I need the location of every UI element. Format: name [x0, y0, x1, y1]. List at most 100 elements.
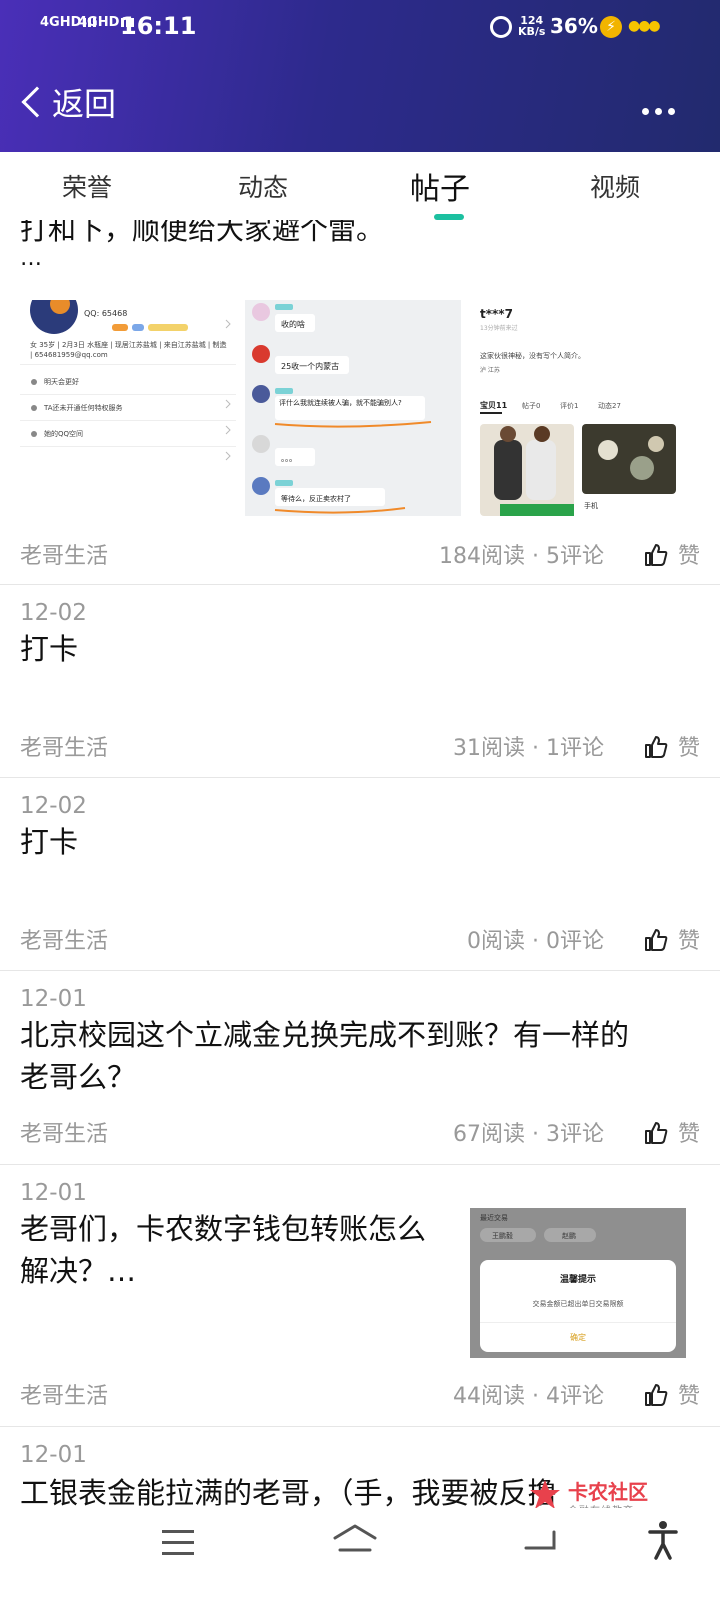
- post-date: 12-01: [20, 1180, 87, 1206]
- like-label: 赞: [677, 929, 700, 954]
- post-author[interactable]: 老哥生活: [20, 923, 108, 955]
- post-stats: 67阅读 · 3评论: [453, 1122, 604, 1147]
- thumbs-up-icon: [644, 1122, 668, 1144]
- battery-level: 36%: [550, 14, 598, 38]
- back-button[interactable]: 返回: [18, 82, 116, 126]
- post-divider: [0, 584, 720, 585]
- qq-space: 她的QQ空间: [44, 429, 83, 438]
- tab-posts[interactable]: 帖子: [410, 164, 470, 208]
- dialog-confirm: 确定: [570, 1332, 586, 1342]
- seller-name: t***7: [480, 307, 513, 321]
- post-stats: 184阅读 · 5评论: [439, 544, 604, 569]
- chat-msg-3: 评什么我就连续被人骗，就不能骗别人?: [279, 399, 402, 407]
- accessibility-icon[interactable]: [648, 1520, 678, 1560]
- post-date: 12-02: [20, 793, 87, 819]
- seller-tab-feed: 动态27: [598, 401, 621, 410]
- alarm-icon: [490, 16, 512, 38]
- post-image-1[interactable]: QQ: 65468 女 35岁 | 2月3日 水瓶座 | 现居江苏盐城 | 来自…: [20, 300, 236, 516]
- recent-contact-1: 王鹏毅: [492, 1231, 513, 1240]
- post-thumbnail[interactable]: 最近交易 王鹏毅 赵鹏 温馨提示 交易金额已超出单日交易限额 确定: [470, 1208, 686, 1358]
- recent-apps-button[interactable]: [162, 1530, 194, 1556]
- post-stats: 0阅读 · 0评论: [467, 929, 604, 954]
- tab-honor[interactable]: 荣誉: [62, 168, 112, 204]
- post-title[interactable]: 打卡: [20, 821, 78, 863]
- post-stats: 31阅读 · 1评论: [453, 736, 604, 761]
- post-divider: [0, 777, 720, 778]
- like-label: 赞: [677, 544, 700, 569]
- tab-videos[interactable]: 视频: [590, 168, 640, 204]
- dialog-message: 交易金额已超出单日交易限额: [533, 1299, 624, 1308]
- charging-icon: ⚡: [600, 16, 622, 38]
- more-menu-icon[interactable]: [642, 100, 682, 115]
- post-author[interactable]: 老哥生活: [20, 730, 108, 762]
- post-ellipsis: …: [20, 246, 42, 271]
- post-date: 12-01: [20, 986, 87, 1012]
- seller-tab-reviews: 评价1: [560, 402, 578, 410]
- post-stats: 44阅读 · 4评论: [453, 1384, 604, 1409]
- seller-item-label: 手机: [584, 501, 598, 510]
- post-author[interactable]: 老哥生活: [20, 538, 108, 570]
- post-title-cut[interactable]: 打和下，顺便给大家避个雷。: [20, 220, 384, 248]
- post-image-grid: QQ: 65468 女 35岁 | 2月3日 水瓶座 | 现居江苏盐城 | 来自…: [20, 300, 700, 516]
- post-title[interactable]: 老哥们，卡农数字钱包转账怎么 解决？…: [20, 1208, 426, 1292]
- chevron-left-icon: [21, 86, 53, 118]
- chat-msg-2: 25收一个内蒙古: [281, 361, 339, 371]
- thumbs-up-icon: [644, 544, 668, 566]
- network-speed: 124 KB/s: [518, 15, 545, 37]
- seller-tab-posts: 帖子0: [522, 401, 540, 410]
- seller-profile-screenshot: t***7 13分钟前来过 这家伙很神秘，没有写个人简介。 泸 江苏 宝贝11 …: [480, 307, 676, 516]
- speed-unit: KB/s: [518, 25, 546, 38]
- post-divider: [0, 1426, 720, 1427]
- recent-transactions-label: 最近交易: [480, 1213, 508, 1222]
- network-label-2: 4GHD: [78, 15, 120, 30]
- post-title[interactable]: 北京校园这个立减金兑换完成不到账？有一样的 老哥么？: [20, 1014, 629, 1098]
- post-title[interactable]: 工银表金能拉满的老哥，（手，我要被反撸: [20, 1472, 557, 1508]
- post-title-line-2: 解决？…: [20, 1254, 137, 1288]
- like-button[interactable]: 赞: [644, 730, 700, 762]
- chat-msg-4: 。。。: [281, 454, 297, 463]
- profile-tabs: 荣誉 动态 帖子 视频: [0, 152, 720, 220]
- post-title[interactable]: 打卡: [20, 628, 78, 670]
- seller-desc: 这家伙很神秘，没有写个人简介。: [480, 351, 585, 360]
- tab-activity[interactable]: 动态: [238, 168, 288, 204]
- like-label: 赞: [677, 1122, 700, 1147]
- recent-contact-2: 赵鹏: [562, 1231, 576, 1240]
- post-feed[interactable]: 打和下，顺便给大家避个雷。 … QQ: 65468 女 35岁 | 2月3日 水…: [0, 220, 720, 1508]
- app-header: 4GHD 4GHD 16:11 124 KB/s 36% ⚡ ●●● 返回: [0, 0, 720, 152]
- back-nav-button[interactable]: [520, 1518, 556, 1554]
- qq-number: QQ: 65468: [84, 309, 127, 318]
- qq-info: 女 35岁 | 2月3日 水瓶座 | 现居江苏盐城 | 来自江苏盐城 | 制造 …: [30, 341, 227, 359]
- like-button[interactable]: 赞: [644, 923, 700, 955]
- seller-tab-items: 宝贝11: [480, 400, 508, 410]
- post-author[interactable]: 老哥生活: [20, 1116, 108, 1148]
- seller-last-seen: 13分钟前来过: [480, 324, 518, 332]
- post-divider: [0, 1164, 720, 1165]
- status-bar: 4GHD 4GHD 16:11 124 KB/s 36% ⚡ ●●●: [0, 0, 720, 56]
- post-title-line-2: 老哥么？: [20, 1060, 137, 1094]
- post-image-2[interactable]: 收的啥 25收一个内蒙古 评什么我就连续被人骗，就不能骗别人? 。。。 等待么，…: [245, 300, 461, 516]
- post-title-line-1: 北京校园这个立减金兑换完成不到账？有一样的: [20, 1018, 630, 1052]
- like-button[interactable]: 赞: [644, 1378, 700, 1410]
- thumbs-up-icon: [644, 1384, 668, 1406]
- seller-location: 泸 江苏: [480, 366, 500, 374]
- post-image-3[interactable]: t***7 13分钟前来过 这家伙很神秘，没有写个人简介。 泸 江苏 宝贝11 …: [470, 300, 686, 516]
- post-title-line-1: 老哥们，卡农数字钱包转账怎么: [20, 1212, 427, 1246]
- chat-msg-5: 等待么，反正卖农村了: [281, 494, 351, 503]
- like-label: 赞: [677, 736, 700, 761]
- like-button[interactable]: 赞: [644, 1116, 700, 1148]
- dialog-title: 温馨提示: [560, 1273, 596, 1285]
- like-button[interactable]: 赞: [644, 538, 700, 570]
- watermark-title: 卡农社区: [568, 1480, 648, 1504]
- post-date: 12-02: [20, 600, 87, 626]
- kanong-logo-icon: [530, 1480, 560, 1509]
- thumbs-up-icon: [644, 929, 668, 951]
- home-button[interactable]: [332, 1522, 378, 1554]
- network-label-1: 4GHD: [40, 15, 82, 30]
- thumbs-up-icon: [644, 736, 668, 758]
- like-label: 赞: [677, 1384, 700, 1409]
- post-divider: [0, 970, 720, 971]
- post-author[interactable]: 老哥生活: [20, 1378, 108, 1410]
- post-date: 12-01: [20, 1442, 87, 1468]
- notification-icons: ●●●: [628, 18, 661, 34]
- qq-privilege: TA还未开通任何特权服务: [43, 403, 123, 412]
